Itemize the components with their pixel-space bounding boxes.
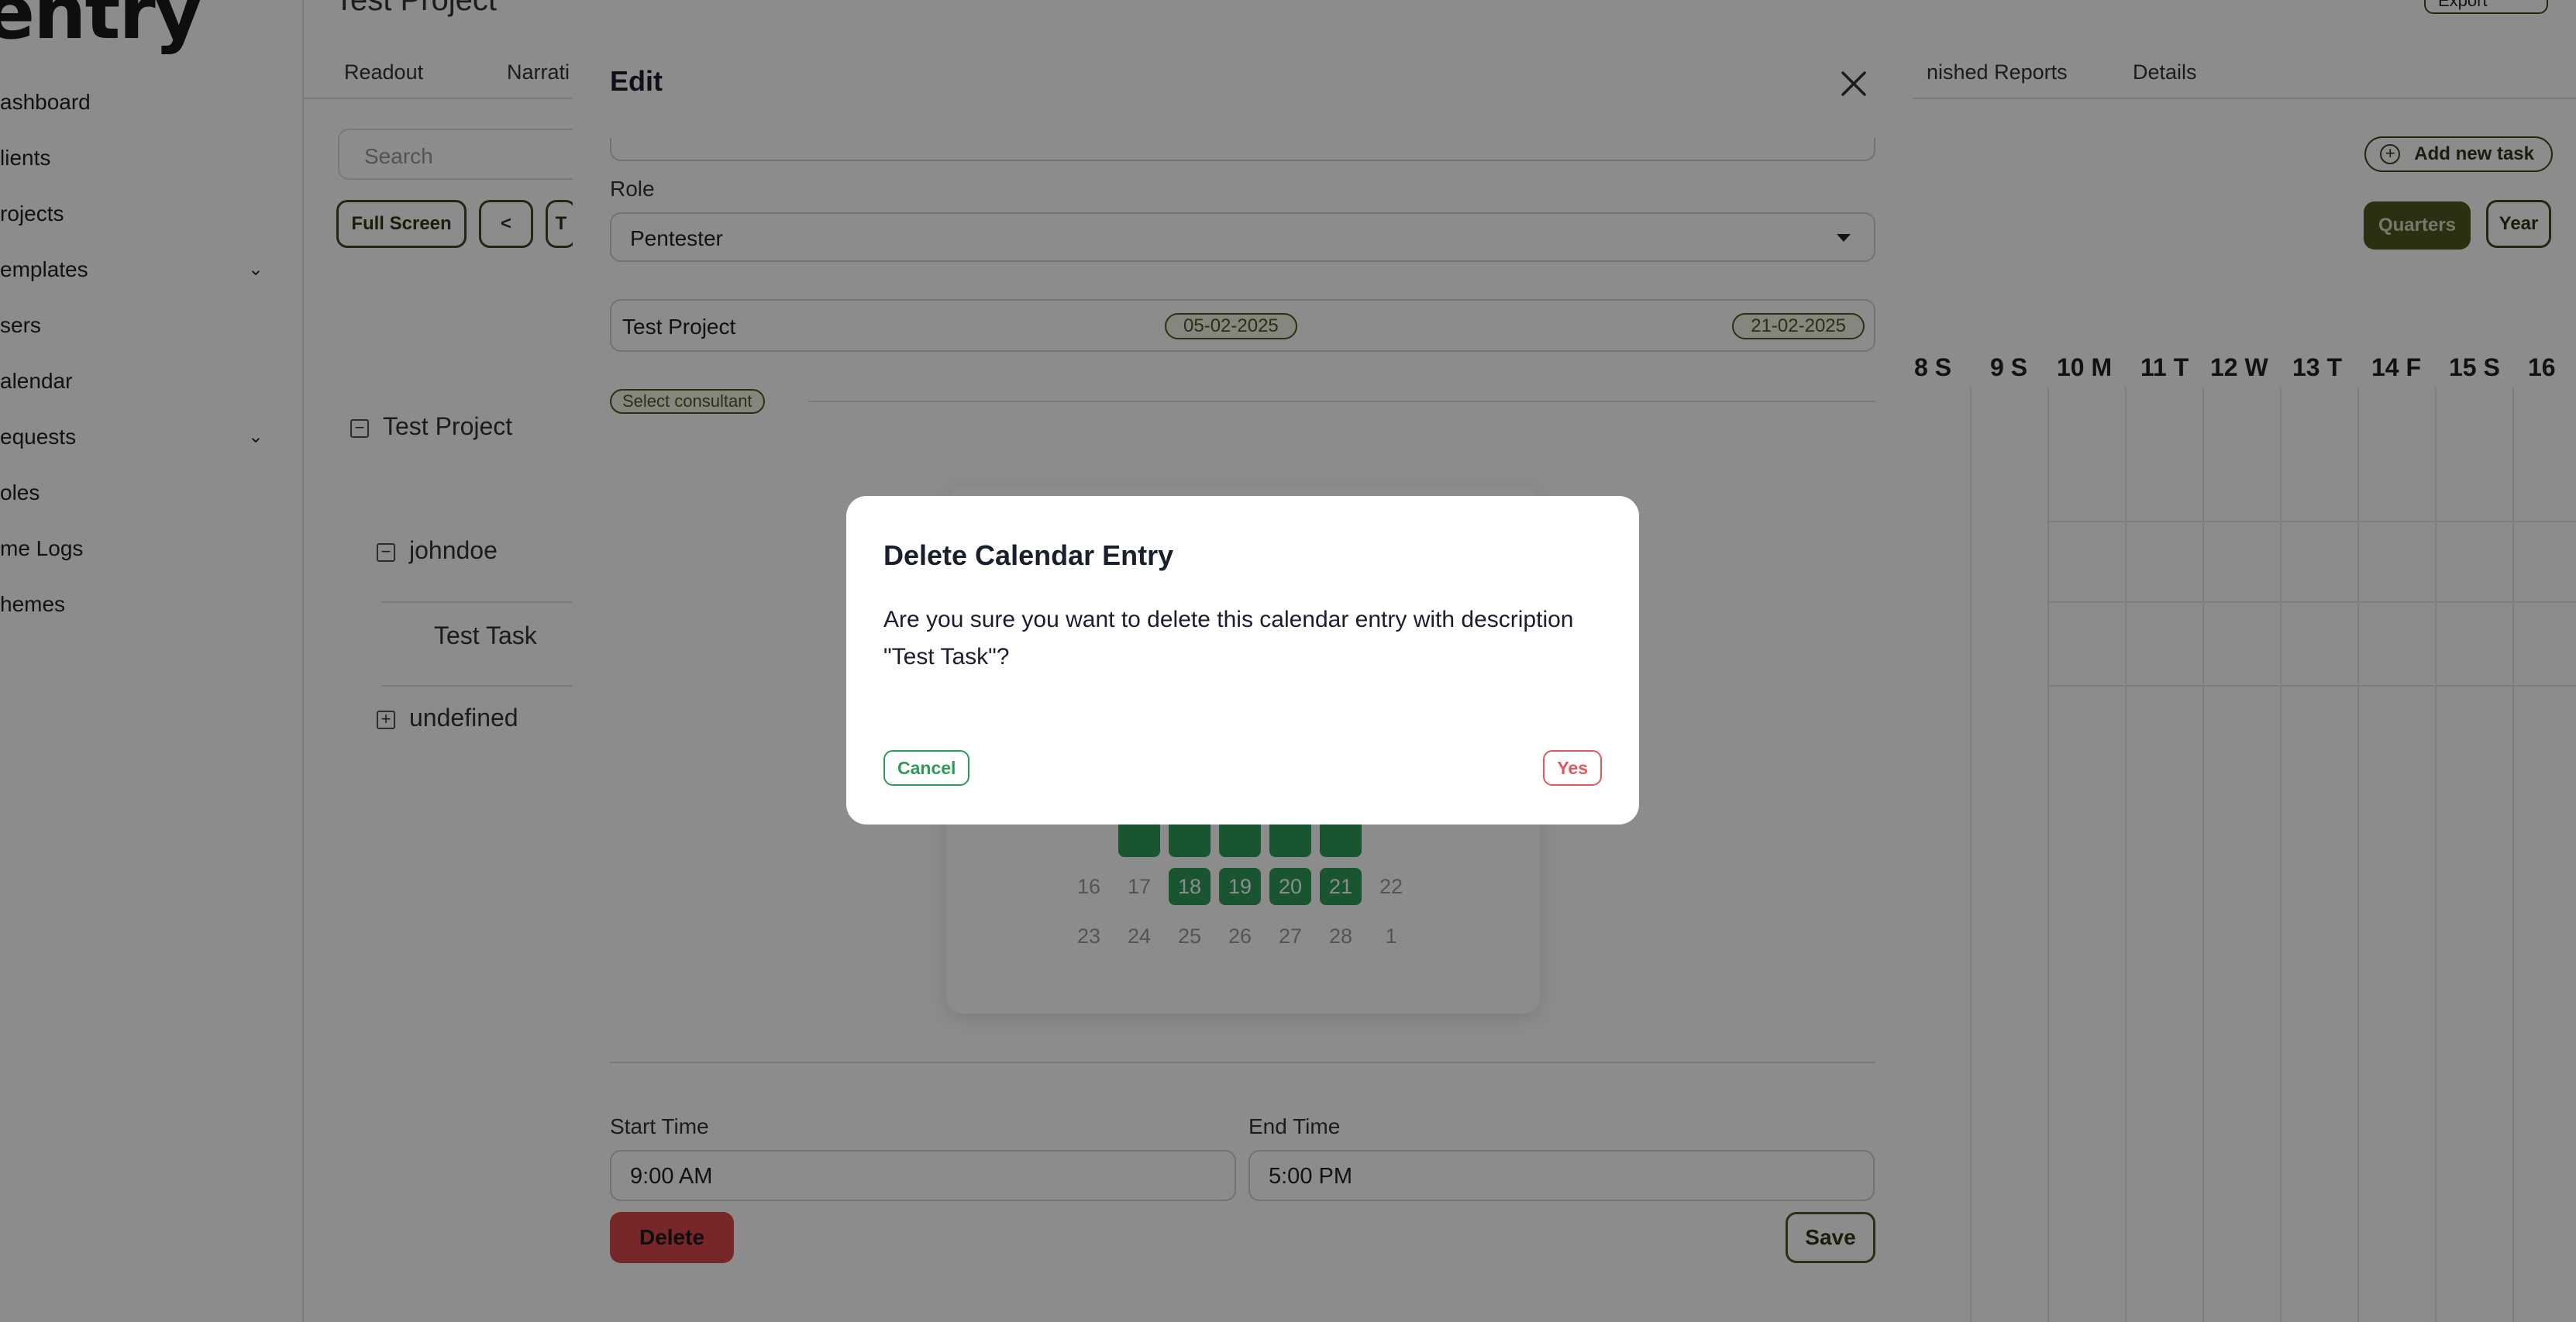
dialog-message: Are you sure you want to delete this cal… (883, 607, 1574, 670)
confirm-yes-button[interactable]: Yes (1543, 750, 1602, 786)
dialog-title: Delete Calendar Entry (883, 539, 1174, 571)
delete-confirm-dialog: Delete Calendar Entry Are you sure you w… (846, 496, 1639, 825)
cancel-button[interactable]: Cancel (883, 750, 970, 786)
